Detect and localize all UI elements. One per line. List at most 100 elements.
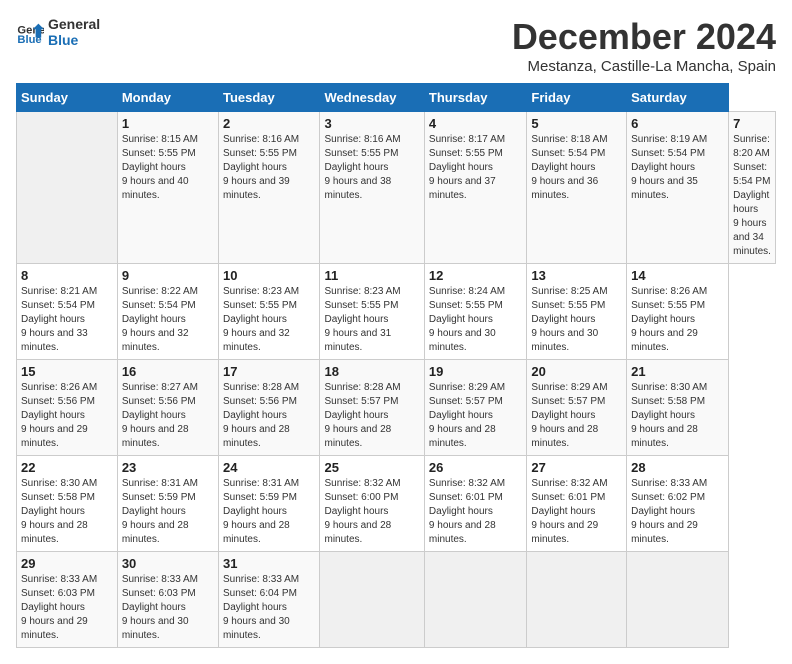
day-info: Sunrise: 8:32 AMSunset: 6:00 PMDaylight … (324, 477, 419, 547)
logo-line2: Blue (48, 32, 100, 48)
day-info: Sunrise: 8:20 AMSunset: 5:54 PMDaylight … (733, 133, 771, 259)
day-number: 6 (631, 116, 724, 131)
header-friday: Friday (527, 84, 627, 112)
calendar-cell: 25 Sunrise: 8:32 AMSunset: 6:00 PMDayligh… (320, 456, 424, 552)
logo: General Blue General Blue (16, 16, 100, 48)
day-number: 17 (223, 364, 316, 379)
day-info: Sunrise: 8:19 AMSunset: 5:54 PMDaylight … (631, 133, 724, 203)
day-number: 20 (531, 364, 622, 379)
logo-line1: General (48, 16, 100, 32)
calendar-cell: 17 Sunrise: 8:28 AMSunset: 5:56 PMDayligh… (218, 360, 320, 456)
calendar-cell: 28Sunrise: 8:33 AMSunset: 6:02 PMDayligh… (627, 456, 729, 552)
day-info: Sunrise: 8:16 AMSunset: 5:55 PMDaylight … (324, 133, 419, 203)
day-number: 8 (21, 268, 113, 283)
calendar-cell: 7Sunrise: 8:20 AMSunset: 5:54 PMDaylight… (729, 112, 776, 264)
day-number: 12 (429, 268, 522, 283)
calendar-title: December 2024 (512, 16, 776, 58)
header-saturday: Saturday (627, 84, 729, 112)
calendar-cell: 21 Sunrise: 8:30 AMSunset: 5:58 PMDayligh… (627, 360, 729, 456)
calendar-cell: 9 Sunrise: 8:22 AMSunset: 5:54 PMDaylight… (117, 264, 218, 360)
calendar-cell: 2 Sunrise: 8:16 AMSunset: 5:55 PMDaylight… (218, 112, 320, 264)
calendar-cell: 22Sunrise: 8:30 AMSunset: 5:58 PMDayligh… (17, 456, 118, 552)
day-number: 10 (223, 268, 316, 283)
day-info: Sunrise: 8:23 AMSunset: 5:55 PMDaylight … (324, 285, 419, 355)
day-number: 31 (223, 556, 316, 571)
calendar-cell: 31 Sunrise: 8:33 AMSunset: 6:04 PMDayligh… (218, 552, 320, 648)
day-number: 11 (324, 268, 419, 283)
calendar-cell: 19 Sunrise: 8:29 AMSunset: 5:57 PMDayligh… (424, 360, 526, 456)
day-info: Sunrise: 8:29 AMSunset: 5:57 PMDaylight … (531, 381, 622, 451)
calendar-cell: 5Sunrise: 8:18 AMSunset: 5:54 PMDaylight… (527, 112, 627, 264)
calendar-cell: 10 Sunrise: 8:23 AMSunset: 5:55 PMDayligh… (218, 264, 320, 360)
day-info: Sunrise: 8:31 AMSunset: 5:59 PMDaylight … (122, 477, 214, 547)
day-info: Sunrise: 8:22 AMSunset: 5:54 PMDaylight … (122, 285, 214, 355)
day-number: 28 (631, 460, 724, 475)
calendar-cell: 6 Sunrise: 8:19 AMSunset: 5:54 PMDaylight… (627, 112, 729, 264)
day-number: 15 (21, 364, 113, 379)
day-number: 3 (324, 116, 419, 131)
day-number: 26 (429, 460, 522, 475)
calendar-cell: 4 Sunrise: 8:17 AMSunset: 5:55 PMDaylight… (424, 112, 526, 264)
calendar-subtitle: Mestanza, Castille-La Mancha, Spain (512, 58, 776, 75)
header-wednesday: Wednesday (320, 84, 424, 112)
calendar-cell: 20 Sunrise: 8:29 AMSunset: 5:57 PMDayligh… (527, 360, 627, 456)
day-info: Sunrise: 8:26 AMSunset: 5:55 PMDaylight … (631, 285, 724, 355)
day-info: Sunrise: 8:31 AMSunset: 5:59 PMDaylight … (223, 477, 316, 547)
calendar-table: SundayMondayTuesdayWednesdayThursdayFrid… (16, 83, 776, 648)
calendar-week-1: 1 Sunrise: 8:15 AMSunset: 5:55 PMDaylight… (17, 112, 776, 264)
day-info: Sunrise: 8:25 AMSunset: 5:55 PMDaylight … (531, 285, 622, 355)
calendar-cell: 13 Sunrise: 8:25 AMSunset: 5:55 PMDayligh… (527, 264, 627, 360)
day-info: Sunrise: 8:15 AMSunset: 5:55 PMDaylight … (122, 133, 214, 203)
day-number: 9 (122, 268, 214, 283)
calendar-cell: 8 Sunrise: 8:21 AMSunset: 5:54 PMDaylight… (17, 264, 118, 360)
calendar-cell (320, 552, 424, 648)
day-info: Sunrise: 8:26 AMSunset: 5:56 PMDaylight … (21, 381, 113, 451)
calendar-cell (627, 552, 729, 648)
day-number: 29 (21, 556, 113, 571)
day-info: Sunrise: 8:24 AMSunset: 5:55 PMDaylight … (429, 285, 522, 355)
calendar-cell: 18Sunrise: 8:28 AMSunset: 5:57 PMDayligh… (320, 360, 424, 456)
calendar-cell: 24Sunrise: 8:31 AMSunset: 5:59 PMDayligh… (218, 456, 320, 552)
day-number: 18 (324, 364, 419, 379)
calendar-week-4: 22Sunrise: 8:30 AMSunset: 5:58 PMDayligh… (17, 456, 776, 552)
day-number: 13 (531, 268, 622, 283)
calendar-week-5: 29 Sunrise: 8:33 AMSunset: 6:03 PMDayligh… (17, 552, 776, 648)
day-number: 23 (122, 460, 214, 475)
calendar-cell: 30Sunrise: 8:33 AMSunset: 6:03 PMDayligh… (117, 552, 218, 648)
day-number: 25 (324, 460, 419, 475)
calendar-cell: 3 Sunrise: 8:16 AMSunset: 5:55 PMDaylight… (320, 112, 424, 264)
day-info: Sunrise: 8:30 AMSunset: 5:58 PMDaylight … (21, 477, 113, 547)
day-info: Sunrise: 8:27 AMSunset: 5:56 PMDaylight … (122, 381, 214, 451)
day-info: Sunrise: 8:32 AMSunset: 6:01 PMDaylight … (429, 477, 522, 547)
calendar-cell: 23 Sunrise: 8:31 AMSunset: 5:59 PMDayligh… (117, 456, 218, 552)
day-number: 19 (429, 364, 522, 379)
day-number: 21 (631, 364, 724, 379)
day-number: 2 (223, 116, 316, 131)
day-info: Sunrise: 8:23 AMSunset: 5:55 PMDaylight … (223, 285, 316, 355)
calendar-cell (17, 112, 118, 264)
calendar-cell (424, 552, 526, 648)
title-section: December 2024 Mestanza, Castille-La Manc… (512, 16, 776, 75)
calendar-cell: 11 Sunrise: 8:23 AMSunset: 5:55 PMDayligh… (320, 264, 424, 360)
day-number: 4 (429, 116, 522, 131)
day-info: Sunrise: 8:28 AMSunset: 5:56 PMDaylight … (223, 381, 316, 451)
day-info: Sunrise: 8:33 AMSunset: 6:03 PMDaylight … (21, 573, 113, 643)
day-number: 16 (122, 364, 214, 379)
header-sunday: Sunday (17, 84, 118, 112)
day-info: Sunrise: 8:32 AMSunset: 6:01 PMDaylight … (531, 477, 622, 547)
calendar-cell: 15 Sunrise: 8:26 AMSunset: 5:56 PMDayligh… (17, 360, 118, 456)
calendar-cell: 29 Sunrise: 8:33 AMSunset: 6:03 PMDayligh… (17, 552, 118, 648)
day-info: Sunrise: 8:21 AMSunset: 5:54 PMDaylight … (21, 285, 113, 355)
calendar-week-3: 15 Sunrise: 8:26 AMSunset: 5:56 PMDayligh… (17, 360, 776, 456)
header-monday: Monday (117, 84, 218, 112)
day-number: 27 (531, 460, 622, 475)
day-info: Sunrise: 8:16 AMSunset: 5:55 PMDaylight … (223, 133, 316, 203)
page-header: General Blue General Blue December 2024 … (16, 16, 776, 75)
day-info: Sunrise: 8:33 AMSunset: 6:04 PMDaylight … (223, 573, 316, 643)
calendar-cell: 14Sunrise: 8:26 AMSunset: 5:55 PMDayligh… (627, 264, 729, 360)
day-info: Sunrise: 8:30 AMSunset: 5:58 PMDaylight … (631, 381, 724, 451)
calendar-week-2: 8 Sunrise: 8:21 AMSunset: 5:54 PMDaylight… (17, 264, 776, 360)
day-info: Sunrise: 8:29 AMSunset: 5:57 PMDaylight … (429, 381, 522, 451)
day-info: Sunrise: 8:17 AMSunset: 5:55 PMDaylight … (429, 133, 522, 203)
day-number: 1 (122, 116, 214, 131)
